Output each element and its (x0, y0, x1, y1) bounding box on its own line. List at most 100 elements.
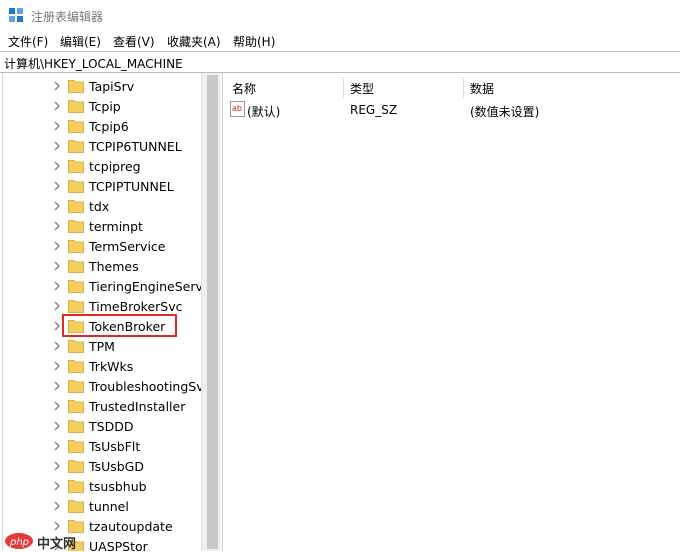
chevron-right-icon[interactable] (52, 100, 62, 112)
tree-item[interactable]: TCPIP6TUNNEL (0, 136, 202, 156)
column-header-data[interactable]: 数据 (470, 80, 494, 97)
folder-icon (68, 100, 84, 113)
chevron-right-icon[interactable] (52, 440, 62, 452)
value-name[interactable]: (默认) (247, 103, 280, 120)
column-header-name[interactable]: 名称 (232, 80, 256, 97)
chevron-right-icon[interactable] (52, 80, 62, 92)
address-bar[interactable]: 计算机\HKEY_LOCAL_MACHINE (0, 51, 680, 73)
menu-help[interactable]: 帮助(H) (233, 33, 275, 50)
tree-scrollbar-thumb[interactable] (207, 75, 218, 549)
tree-item[interactable]: Tcpip (0, 96, 202, 116)
column-separator[interactable] (463, 78, 464, 98)
tree-item-label: Themes (89, 259, 139, 274)
tree-item[interactable]: tdx (0, 196, 202, 216)
value-data[interactable]: (数值未设置) (470, 103, 539, 120)
chevron-right-icon[interactable] (52, 340, 62, 352)
tree-item-label: TsUsbGD (89, 459, 144, 474)
highlight-annotation-box (62, 314, 177, 337)
svg-text:ab: ab (232, 104, 242, 113)
chevron-right-icon[interactable] (52, 380, 62, 392)
tree-item[interactable]: TSDDD (0, 416, 202, 436)
folder-icon (68, 360, 84, 373)
tree-item[interactable]: terminpt (0, 216, 202, 236)
title-bar: 注册表编辑器 (0, 0, 680, 30)
chevron-right-icon[interactable] (52, 260, 62, 272)
regedit-app-icon (9, 8, 23, 22)
window-title: 注册表编辑器 (31, 10, 104, 24)
tree-item[interactable]: TsUsbGD (0, 456, 202, 476)
tree-item[interactable]: TPM (0, 336, 202, 356)
tree-item-label: tcpipreg (89, 159, 141, 174)
values-list-pane[interactable] (222, 73, 680, 551)
folder-icon (68, 260, 84, 273)
menu-edit[interactable]: 编辑(E) (60, 33, 101, 50)
tree-item-label: TermService (89, 239, 166, 254)
value-type[interactable]: REG_SZ (350, 103, 397, 117)
folder-icon (68, 300, 84, 313)
tree-item-label: Tcpip6 (89, 119, 129, 134)
tree-item-label: TrustedInstaller (89, 399, 186, 414)
folder-icon (68, 180, 84, 193)
address-path[interactable]: 计算机\HKEY_LOCAL_MACHINE (4, 55, 183, 72)
tree-item[interactable]: TroubleshootingSvc (0, 376, 202, 396)
chevron-right-icon[interactable] (52, 500, 62, 512)
tree-item[interactable]: Themes (0, 256, 202, 276)
chevron-right-icon[interactable] (52, 180, 62, 192)
chevron-right-icon[interactable] (52, 120, 62, 132)
tree-item-label: UASPStor (89, 539, 148, 551)
tree-item-label: Tcpip (89, 99, 121, 114)
chevron-right-icon[interactable] (52, 280, 62, 292)
tree-item[interactable]: TapiSrv (0, 76, 202, 96)
column-header-type[interactable]: 类型 (350, 80, 374, 97)
chevron-right-icon[interactable] (52, 140, 62, 152)
tree-item[interactable]: TsUsbFlt (0, 436, 202, 456)
folder-icon (68, 440, 84, 453)
folder-icon (68, 240, 84, 253)
tree-item-label: TPM (89, 339, 115, 354)
tree-item-label: TrkWks (89, 359, 134, 374)
column-separator[interactable] (343, 78, 344, 98)
tree-item-label: terminpt (89, 219, 143, 234)
tree-item-label: TieringEngineService (89, 279, 202, 294)
string-value-icon: ab (230, 101, 245, 117)
chevron-right-icon[interactable] (52, 400, 62, 412)
folder-icon (68, 220, 84, 233)
tree-item[interactable]: TrustedInstaller (0, 396, 202, 416)
chevron-right-icon[interactable] (52, 480, 62, 492)
tree-item[interactable]: TrkWks (0, 356, 202, 376)
chevron-right-icon[interactable] (52, 220, 62, 232)
chevron-right-icon[interactable] (52, 360, 62, 372)
tree-item[interactable]: tsusbhub (0, 476, 202, 496)
tree-item[interactable]: TCPIPTUNNEL (0, 176, 202, 196)
chevron-right-icon[interactable] (52, 200, 62, 212)
menu-file[interactable]: 文件(F) (8, 33, 48, 50)
tree-item[interactable]: TimeBrokerSvc (0, 296, 202, 316)
chevron-right-icon[interactable] (52, 160, 62, 172)
tree-item[interactable]: tcpipreg (0, 156, 202, 176)
tree-item[interactable]: TieringEngineService (0, 276, 202, 296)
chevron-right-icon[interactable] (52, 420, 62, 432)
key-tree-pane[interactable]: TapiSrv Tcpip Tcpip6 TCPIP6TUNNEL tcpipreg TC… (0, 73, 202, 551)
folder-icon (68, 160, 84, 173)
menu-favorites[interactable]: 收藏夹(A) (167, 33, 221, 50)
folder-icon (68, 400, 84, 413)
folder-icon (68, 480, 84, 493)
chevron-right-icon[interactable] (52, 240, 62, 252)
folder-icon (68, 200, 84, 213)
chevron-right-icon[interactable] (52, 460, 62, 472)
folder-icon (68, 380, 84, 393)
tree-guide-line (2, 73, 3, 551)
menu-bar: 文件(F) 编辑(E) 查看(V) 收藏夹(A) 帮助(H) (0, 30, 680, 51)
folder-icon (68, 280, 84, 293)
tree-item-label: tdx (89, 199, 110, 214)
folder-icon (68, 140, 84, 153)
tree-item[interactable]: Tcpip6 (0, 116, 202, 136)
tree-item[interactable]: TermService (0, 236, 202, 256)
chevron-right-icon[interactable] (52, 300, 62, 312)
tree-item-label: TapiSrv (89, 79, 135, 94)
menu-view[interactable]: 查看(V) (113, 33, 155, 50)
tree-item[interactable]: tunnel (0, 496, 202, 516)
watermark: php 中文网 (4, 530, 94, 552)
chevron-right-icon[interactable] (52, 320, 62, 332)
folder-icon (68, 120, 84, 133)
